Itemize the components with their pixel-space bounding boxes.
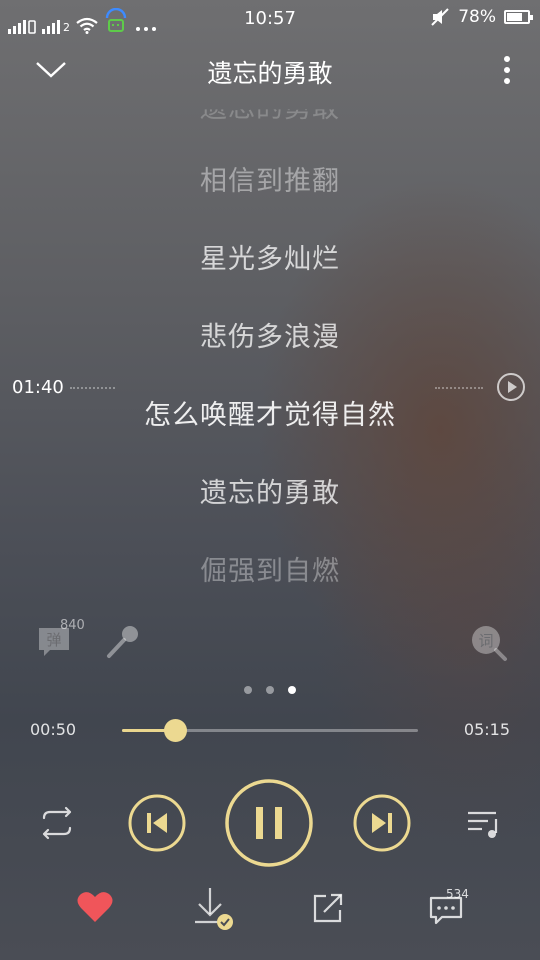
comment-count: 534 xyxy=(446,887,469,901)
mute-icon xyxy=(431,8,449,26)
microphone-icon[interactable] xyxy=(104,624,140,660)
heart-icon[interactable] xyxy=(76,890,114,924)
progress-track[interactable] xyxy=(122,719,418,742)
pause-icon[interactable] xyxy=(224,778,314,868)
lyric-line: 遗忘的勇敢 xyxy=(200,478,340,509)
tools-row: 弹 840 词 xyxy=(0,618,540,668)
seek-play-icon[interactable] xyxy=(496,372,526,402)
status-right: 78% xyxy=(430,7,533,27)
lyric-search-icon[interactable]: 词 xyxy=(470,624,508,662)
status-bar: 2 10:57 78% xyxy=(0,0,540,38)
song-title: 遗忘的勇敢 xyxy=(207,59,333,88)
page-dot[interactable] xyxy=(266,686,274,694)
next-icon[interactable] xyxy=(353,794,411,852)
battery-percent: 78% xyxy=(458,7,496,27)
danmu-label: 弹 xyxy=(46,631,61,649)
seek-guide-line xyxy=(435,387,483,389)
seek-guide-line xyxy=(70,387,115,389)
progress-thumb[interactable] xyxy=(164,719,188,742)
repeat-icon[interactable] xyxy=(36,806,78,840)
lyric-line: 倔强到自燃 xyxy=(200,556,340,587)
page-indicator xyxy=(0,686,540,694)
playlist-icon[interactable] xyxy=(466,806,502,840)
lyrics-panel[interactable]: 遗忘的勇敢 相信到推翻 星光多灿烂 悲伤多浪漫 怎么唤醒才觉得自然 遗忘的勇敢 … xyxy=(0,92,540,602)
share-icon[interactable] xyxy=(310,890,346,926)
page-dot-active[interactable] xyxy=(288,686,296,694)
download-icon[interactable] xyxy=(190,884,236,932)
player-header: 遗忘的勇敢 xyxy=(0,44,540,96)
lyric-line: 遗忘的勇敢 xyxy=(200,93,340,124)
current-time: 00:50 xyxy=(30,720,77,739)
progress-bar: 00:50 05:15 xyxy=(0,712,540,748)
total-time: 05:15 xyxy=(463,720,510,739)
lyric-search-label: 词 xyxy=(478,632,493,650)
playback-controls xyxy=(0,778,540,868)
more-vertical-icon[interactable] xyxy=(498,54,516,88)
battery-fill xyxy=(507,13,523,21)
bottom-action-bar: 534 xyxy=(0,884,540,940)
lyric-line: 星光多灿烂 xyxy=(200,244,340,275)
previous-icon[interactable] xyxy=(128,794,186,852)
lyric-line: 相信到推翻 xyxy=(200,166,340,197)
lyric-line: 悲伤多浪漫 xyxy=(200,322,340,353)
lyric-seek-time: 01:40 xyxy=(12,377,64,398)
battery-icon xyxy=(504,10,533,24)
lyric-line-current: 怎么唤醒才觉得自然 xyxy=(144,400,396,431)
page-dot[interactable] xyxy=(244,686,252,694)
danmu-count: 840 xyxy=(60,618,85,633)
